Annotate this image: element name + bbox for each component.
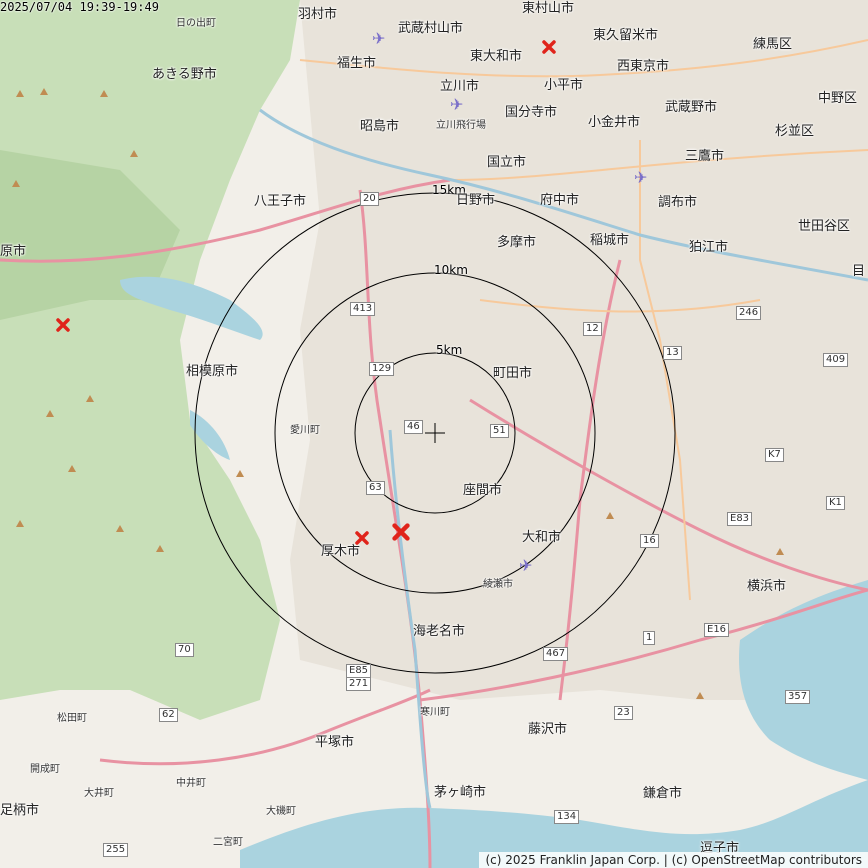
ring-label-5km: 5km <box>436 343 463 357</box>
airport-icon: ✈ <box>372 29 386 48</box>
road-shield: 271 <box>346 677 372 691</box>
place-label: 大和市 <box>522 530 562 545</box>
timestamp: 2025/07/04 19:39-19:49 <box>0 0 159 14</box>
place-label: 羽村市 <box>298 7 338 22</box>
road-shield: 12 <box>583 322 602 336</box>
place-label: 八王子市 <box>254 194 307 209</box>
place-label: 町田市 <box>493 366 533 381</box>
road-shield: 13 <box>663 346 682 360</box>
road-shield: 70 <box>175 643 194 657</box>
road-shield: 409 <box>823 353 849 367</box>
place-label: 海老名市 <box>413 624 466 639</box>
urban-area <box>290 0 868 700</box>
earthquake-marker-icon[interactable] <box>355 531 369 545</box>
ring-label-10km: 10km <box>434 263 468 277</box>
road-shield: 16 <box>640 534 659 548</box>
place-label: 立川市 <box>440 79 480 94</box>
earthquake-marker-icon[interactable] <box>542 40 556 54</box>
place-label: 武蔵野市 <box>665 100 718 115</box>
airfield-label: 立川飛行場 <box>436 120 486 131</box>
place-label: 国立市 <box>487 155 527 170</box>
road-shield: 62 <box>159 708 178 722</box>
place-label: 稲城市 <box>590 233 630 248</box>
place-label: 開成町 <box>30 764 60 775</box>
place-label: 東大和市 <box>470 49 523 64</box>
road-shield: 129 <box>369 362 395 376</box>
place-label: 平塚市 <box>315 735 355 750</box>
road-shield: 134 <box>554 810 580 824</box>
road-shield: K1 <box>826 496 845 510</box>
place-label: 綾瀬市 <box>483 579 513 590</box>
place-label: 西東京市 <box>617 59 670 74</box>
place-label: 横浜市 <box>747 579 787 594</box>
place-label: 狛江市 <box>689 240 729 255</box>
place-label: 調布市 <box>658 195 698 210</box>
place-label: 茅ヶ崎市 <box>434 785 487 800</box>
place-label: 足柄市 <box>0 803 40 818</box>
road-shield: 51 <box>490 424 509 438</box>
place-label: 大磯町 <box>266 806 296 817</box>
road-shield: E83 <box>727 512 753 526</box>
road-shield: 413 <box>350 302 376 316</box>
place-label: 小金井市 <box>588 115 641 130</box>
place-label: 杉並区 <box>775 124 815 139</box>
road-shield: E16 <box>704 623 730 637</box>
forest-area <box>0 0 300 720</box>
place-label: 小平市 <box>544 78 584 93</box>
map-attribution: (c) 2025 Franklin Japan Corp. | (c) Open… <box>479 852 868 868</box>
road <box>99 688 431 766</box>
road-shield: 246 <box>736 306 762 320</box>
map-view[interactable]: 2025/07/04 19:39-19:49 5km 10km 15km 羽村市… <box>0 0 868 868</box>
peak-icon <box>236 470 244 477</box>
place-label: 日野市 <box>456 193 496 208</box>
airport-icon: ✈ <box>450 95 464 114</box>
place-label: 相模原市 <box>186 364 239 379</box>
place-label: 松田町 <box>57 713 87 724</box>
place-label: 二宮町 <box>213 837 243 848</box>
place-label: 昭島市 <box>360 119 400 134</box>
place-label: あきる野市 <box>152 67 217 82</box>
road-shield: 357 <box>785 690 811 704</box>
place-label: 藤沢市 <box>528 722 568 737</box>
place-label: 国分寺市 <box>505 105 558 120</box>
place-label: 三鷹市 <box>685 149 725 164</box>
place-label: 中井町 <box>176 778 206 789</box>
road-shield: 467 <box>543 647 569 661</box>
earthquake-marker-icon[interactable] <box>56 318 70 332</box>
place-label: 練馬区 <box>753 37 793 52</box>
place-label: 愛川町 <box>290 425 320 436</box>
place-label: 中野区 <box>818 91 858 106</box>
road-shield: 46 <box>404 420 423 434</box>
place-label: 日の出町 <box>176 18 216 29</box>
place-label: 原市 <box>0 244 27 259</box>
airport-icon: ✈ <box>634 168 648 187</box>
place-label: 寒川町 <box>420 707 450 718</box>
road-shield: E85 <box>346 664 372 678</box>
place-label: 鎌倉市 <box>643 786 683 801</box>
road-shield: 1 <box>643 631 656 645</box>
airport-icon: ✈ <box>519 556 533 575</box>
road-shield: 23 <box>614 706 633 720</box>
place-label: 府中市 <box>540 193 580 208</box>
place-label: 福生市 <box>337 56 377 71</box>
road-shield: 63 <box>366 481 385 495</box>
place-label: 多摩市 <box>497 235 537 250</box>
place-label: 世田谷区 <box>798 219 851 234</box>
place-label: 座間市 <box>463 483 503 498</box>
road-shield: 20 <box>360 192 379 206</box>
place-label: 東久留米市 <box>593 28 659 43</box>
place-label: 武蔵村山市 <box>398 21 464 36</box>
road-shield: 255 <box>103 843 129 857</box>
place-label: 目 <box>852 264 866 279</box>
earthquake-marker-icon[interactable] <box>392 523 410 541</box>
map-base <box>0 0 868 868</box>
road-shield: K7 <box>765 448 784 462</box>
place-label: 東村山市 <box>522 1 575 16</box>
place-label: 大井町 <box>84 788 114 799</box>
